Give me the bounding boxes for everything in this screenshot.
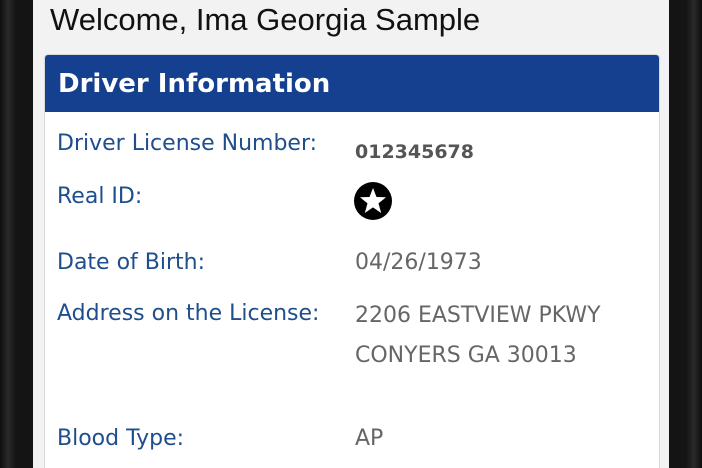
card-header: Driver Information (45, 55, 659, 112)
license-number-label: Driver License Number: (57, 131, 318, 156)
welcome-heading: Welcome, Ima Georgia Sample (50, 2, 481, 37)
app-screen: Welcome, Ima Georgia Sample Driver Infor… (33, 0, 669, 468)
address-line1: 2206 EASTVIEW PKWY (355, 303, 601, 328)
star-icon (354, 182, 392, 220)
dob-value: 04/26/1973 (355, 250, 482, 275)
blood-type-label: Blood Type: (57, 426, 185, 451)
dob-label: Date of Birth: (57, 250, 206, 275)
real-id-label: Real ID: (57, 184, 143, 209)
address-line2: CONYERS GA 30013 (355, 343, 577, 368)
address-label: Address on the License: (57, 301, 320, 326)
driver-information-card: Driver Information Driver License Number… (44, 54, 660, 468)
license-number-value: 012345678 (355, 141, 474, 163)
blood-type-value: AP (355, 426, 384, 451)
phone-frame: Welcome, Ima Georgia Sample Driver Infor… (0, 0, 702, 468)
card-title: Driver Information (58, 68, 331, 99)
